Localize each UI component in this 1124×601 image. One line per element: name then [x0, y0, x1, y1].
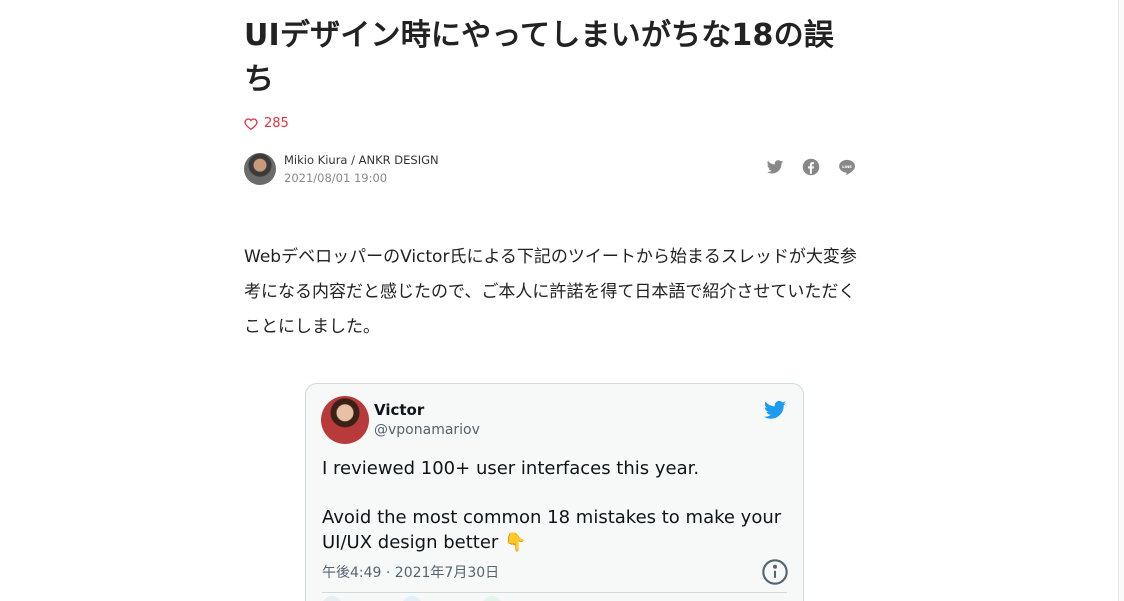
- tweet-line-1: I reviewed 100+ user interfaces this yea…: [322, 458, 700, 479]
- like-action-icon[interactable]: [322, 596, 342, 601]
- tweet-actions: [322, 596, 502, 601]
- tweet-divider: [322, 592, 787, 593]
- page: UIデザイン時にやってしまいがちな18の誤ち 285 Mikio Kiura /…: [0, 0, 1124, 601]
- like-count: 285: [264, 116, 289, 131]
- scrollbar[interactable]: [1118, 0, 1124, 601]
- tweet-author-name[interactable]: Victor: [374, 401, 424, 419]
- page-title: UIデザイン時にやってしまいがちな18の誤ち: [244, 18, 834, 97]
- article-body: WebデベロッパーのVictor氏による下記のツイートから始まるスレッドが大変参…: [244, 247, 857, 337]
- embedded-tweet[interactable]: Victor @vponamariov I reviewed 100+ user…: [305, 383, 804, 601]
- svg-text:LINE: LINE: [842, 164, 852, 169]
- tweet-line-2: Avoid the most common 18 mistakes to mak…: [322, 507, 782, 553]
- retweet-action-icon[interactable]: [482, 596, 502, 601]
- tweet-avatar[interactable]: [321, 396, 369, 444]
- tweet-text: I reviewed 100+ user interfaces this yea…: [322, 456, 792, 579]
- twitter-bird-icon[interactable]: [763, 398, 787, 422]
- author-name[interactable]: Mikio Kiura / ANKR DESIGN: [284, 153, 439, 167]
- facebook-icon[interactable]: [802, 158, 820, 176]
- author-info: Mikio Kiura / ANKR DESIGN 2021/08/01 19:…: [244, 153, 858, 187]
- tweet-timestamp[interactable]: 午後4:49 · 2021年7月30日: [322, 562, 499, 582]
- line-icon[interactable]: LINE: [838, 158, 856, 176]
- tweet-author-handle[interactable]: @vponamariov: [374, 422, 480, 438]
- publish-date: 2021/08/01 19:00: [284, 171, 388, 185]
- twitter-icon[interactable]: [766, 158, 784, 176]
- reply-action-icon[interactable]: [402, 596, 422, 601]
- info-icon[interactable]: [761, 558, 789, 586]
- heart-icon: [244, 117, 258, 130]
- share-buttons: LINE: [766, 158, 856, 176]
- like-button[interactable]: 285: [244, 116, 289, 131]
- avatar[interactable]: [244, 153, 276, 185]
